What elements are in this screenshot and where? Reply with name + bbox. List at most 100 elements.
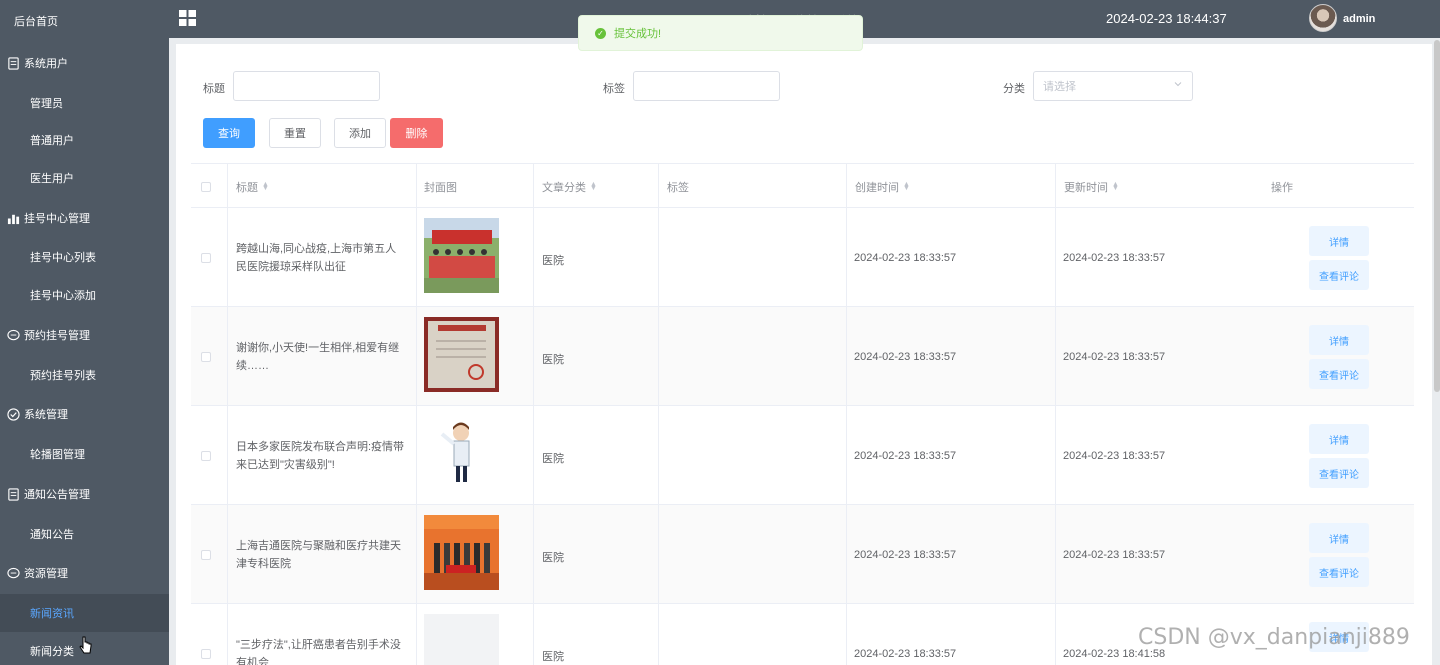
sidebar-group-resources[interactable]: 资源管理 xyxy=(0,554,169,592)
column-divider xyxy=(846,163,847,665)
sidebar-group-label: 预约挂号管理 xyxy=(24,330,90,342)
row-created: 2024-02-23 18:33:57 xyxy=(854,252,957,264)
column-header-label: 封面图 xyxy=(424,181,457,194)
sidebar-group-registration-centers[interactable]: 挂号中心管理 xyxy=(0,199,169,237)
select-all-checkbox[interactable] xyxy=(201,182,211,192)
title-filter-input[interactable] xyxy=(233,71,380,101)
sidebar-group-label: 挂号中心管理 xyxy=(24,213,90,225)
cover-image xyxy=(424,614,499,665)
sidebar-item-admins[interactable]: 管理员 xyxy=(0,84,169,122)
row-category: 医院 xyxy=(542,453,564,465)
cover-image xyxy=(424,317,499,392)
view-comments-button[interactable]: 查看评论 xyxy=(1309,359,1369,389)
column-header-label: 操作 xyxy=(1271,181,1293,194)
detail-button[interactable]: 详情 xyxy=(1309,226,1369,256)
table-row: 谢谢你,小天使!一生相伴,相爱有继续…… 医院 2024-02-23 18:33… xyxy=(191,307,1414,406)
chat-icon xyxy=(6,328,20,342)
column-divider xyxy=(1055,163,1056,665)
sidebar-item-center-add[interactable]: 挂号中心添加 xyxy=(0,276,169,314)
category-filter-label: 分类 xyxy=(1003,83,1025,95)
cover-image xyxy=(424,218,499,293)
add-button[interactable]: 添加 xyxy=(334,118,386,148)
delete-button[interactable]: 删除 xyxy=(390,118,443,148)
sidebar-item-home[interactable]: 后台首页 xyxy=(0,2,169,40)
column-header-updated[interactable]: 更新时间 ▲ ▼ xyxy=(1064,164,1119,209)
row-created: 2024-02-23 18:33:57 xyxy=(854,450,957,462)
sidebar-item-carousel[interactable]: 轮播图管理 xyxy=(0,435,169,473)
toast-message: 提交成功! xyxy=(614,28,662,40)
column-divider xyxy=(533,163,534,665)
view-comments-button[interactable]: 查看评论 xyxy=(1309,557,1369,587)
sort-icon[interactable]: ▲ ▼ xyxy=(590,181,597,192)
scrollbar[interactable] xyxy=(1434,40,1440,392)
cover-image xyxy=(424,416,499,491)
table-row: 上海吉通医院与聚融和医疗共建天津专科医院 医院 2024-02-23 18:33… xyxy=(191,505,1414,604)
row-checkbox[interactable] xyxy=(201,451,211,461)
sidebar-group-label: 系统用户 xyxy=(24,58,68,70)
row-created: 2024-02-23 18:33:57 xyxy=(854,549,957,561)
sidebar-item-center-list[interactable]: 挂号中心列表 xyxy=(0,238,169,276)
row-checkbox[interactable] xyxy=(201,253,211,263)
menu-grid-icon[interactable] xyxy=(179,10,196,26)
sidebar-group-system-settings[interactable]: 系统管理 xyxy=(0,395,169,433)
sidebar-item-label: 医生用户 xyxy=(30,173,74,185)
column-header-label: 文章分类 xyxy=(542,181,586,194)
column-header-tags: 标签 xyxy=(667,164,689,209)
row-title: "三步疗法",让肝癌患者告别手术没有机会 xyxy=(236,639,401,665)
query-button[interactable]: 查询 xyxy=(203,118,255,148)
row-created: 2024-02-23 18:33:57 xyxy=(854,351,957,363)
column-header-created[interactable]: 创建时间 ▲ ▼ xyxy=(855,164,910,209)
table-row: 跨越山海,同心战疫,上海市第五人民医院援琼采样队出征 医院 2024-02-23… xyxy=(191,208,1414,307)
table-row: 日本多家医院发布联合声明:疫情带来已达到"灾害级别"! 医院 2024-02-2… xyxy=(191,406,1414,505)
sidebar-item-doctors[interactable]: 医生用户 xyxy=(0,159,169,197)
sidebar-item-appointment-list[interactable]: 预约挂号列表 xyxy=(0,356,169,394)
detail-button[interactable]: 详情 xyxy=(1309,424,1369,454)
view-comments-button[interactable]: 查看评论 xyxy=(1309,458,1369,488)
column-header-actions: 操作 xyxy=(1271,164,1293,209)
category-select[interactable]: 请选择 xyxy=(1033,71,1193,101)
reset-button[interactable]: 重置 xyxy=(269,118,321,148)
sidebar-group-appointments[interactable]: 预约挂号管理 xyxy=(0,316,169,354)
sidebar-group-label: 资源管理 xyxy=(24,568,68,580)
mouse-pointer-icon xyxy=(79,636,92,654)
sort-icon[interactable]: ▲ ▼ xyxy=(262,181,269,192)
row-checkbox[interactable] xyxy=(201,649,211,659)
detail-button[interactable]: 详情 xyxy=(1309,325,1369,355)
sidebar-group-system-users[interactable]: 系统用户 xyxy=(0,44,169,82)
sort-icon[interactable]: ▲ ▼ xyxy=(1112,181,1119,192)
username[interactable]: admin xyxy=(1343,13,1375,25)
sidebar-item-label: 轮播图管理 xyxy=(30,449,85,461)
column-header-label: 标签 xyxy=(667,181,689,194)
column-header-title[interactable]: 标题 ▲ ▼ xyxy=(236,164,269,209)
column-header-label: 标题 xyxy=(236,181,258,194)
row-category: 医院 xyxy=(542,255,564,267)
row-updated: 2024-02-23 18:33:57 xyxy=(1063,351,1166,363)
view-comments-button[interactable]: 查看评论 xyxy=(1309,260,1369,290)
sidebar-item-notice[interactable]: 通知公告 xyxy=(0,515,169,553)
column-header-label: 更新时间 xyxy=(1064,181,1108,194)
row-title: 谢谢你,小天使!一生相伴,相爱有继续…… xyxy=(236,342,400,372)
avatar[interactable] xyxy=(1309,4,1337,32)
bar-chart-icon xyxy=(6,211,20,225)
sidebar-item-news[interactable]: 新闻资讯 xyxy=(0,594,169,632)
sidebar-group-label: 通知公告管理 xyxy=(24,489,90,501)
detail-button[interactable]: 详情 xyxy=(1309,523,1369,553)
row-title: 跨越山海,同心战疫,上海市第五人民医院援琼采样队出征 xyxy=(236,243,397,273)
row-category: 医院 xyxy=(542,552,564,564)
sidebar-item-label: 挂号中心列表 xyxy=(30,252,96,264)
sidebar-item-users[interactable]: 普通用户 xyxy=(0,121,169,159)
row-checkbox[interactable] xyxy=(201,550,211,560)
row-updated: 2024-02-23 18:33:57 xyxy=(1063,549,1166,561)
row-category: 医院 xyxy=(542,651,564,663)
row-checkbox[interactable] xyxy=(201,352,211,362)
tag-filter-input[interactable] xyxy=(633,71,780,101)
column-header-category[interactable]: 文章分类 ▲ ▼ xyxy=(542,164,597,209)
category-select-placeholder: 请选择 xyxy=(1043,81,1076,93)
table-header: 标题 ▲ ▼ 封面图 文章分类 ▲ ▼ 标签 创建时间 ▲ ▼ 更新时间 ▲ ▼ 操作 xyxy=(191,163,1414,208)
sidebar-group-notices[interactable]: 通知公告管理 xyxy=(0,475,169,513)
chat-icon xyxy=(6,566,20,580)
sidebar: 后台首页 系统用户 管理员 普通用户 医生用户 挂号中心管理 挂号中心列表 挂号… xyxy=(0,0,169,665)
document-icon xyxy=(6,56,20,70)
sort-icon[interactable]: ▲ ▼ xyxy=(903,181,910,192)
sidebar-item-label: 预约挂号列表 xyxy=(30,370,96,382)
